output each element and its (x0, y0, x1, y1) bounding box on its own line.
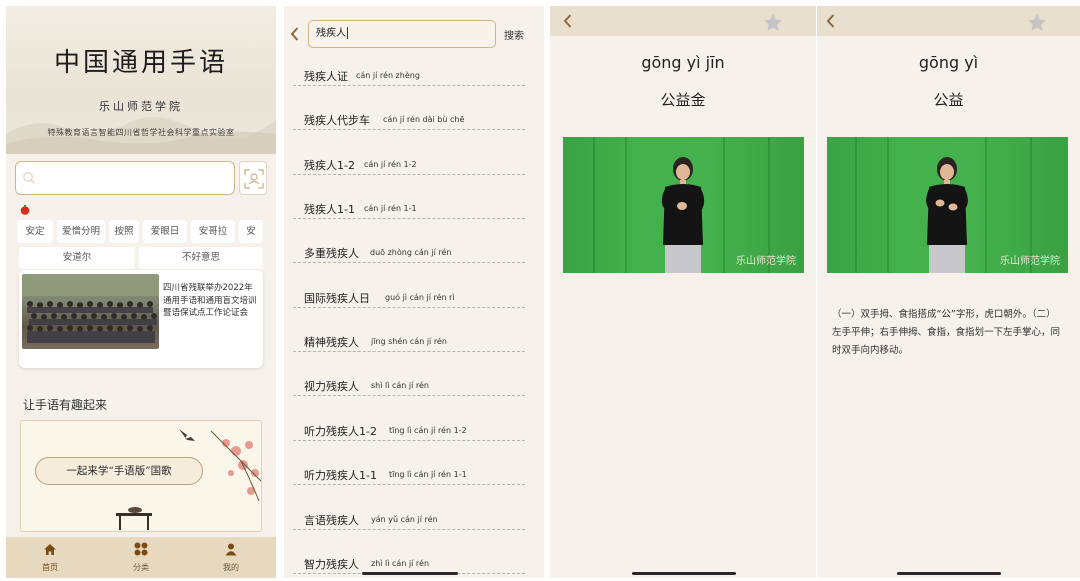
sign-video[interactable]: 乐山师范学院 (563, 137, 804, 273)
signer-figure (661, 157, 705, 273)
home-indicator (897, 572, 1001, 575)
sign-pinyin: gōng yì jīn (641, 53, 725, 72)
hot-word-chip[interactable]: 安 (239, 220, 263, 243)
back-icon[interactable] (290, 27, 299, 41)
hot-word-chip[interactable]: 安哥拉 (191, 220, 235, 243)
top-bar (550, 6, 816, 36)
search-screen: 残疾人 搜索 残疾人证 cán jí rén zhèng 残疾人代步车 cán jí… (284, 6, 544, 578)
tab-label: 我的 (223, 563, 239, 572)
scan-face-icon (244, 169, 264, 189)
home-icon (44, 544, 56, 555)
sign-video[interactable]: 乐山师范学院 (827, 137, 1068, 273)
app-title: 中国通用手语 (53, 48, 228, 78)
tab-home[interactable]: 首页 (20, 541, 80, 573)
home-indicator (632, 572, 736, 575)
bottom-tab-bar: 首页 分类 我的 (6, 537, 276, 578)
news-photo (22, 274, 159, 349)
hot-word-chip[interactable]: 爱眼日 (143, 220, 187, 243)
hot-word-chip[interactable]: 爱憎分明 (57, 220, 105, 243)
search-query: 残疾人 (316, 28, 346, 39)
search-input[interactable] (15, 161, 235, 195)
institution-name: 乐山师范学院 (99, 100, 183, 113)
sign-word: 公益 (933, 91, 964, 109)
news-card[interactable]: 四川省残联举办2022年通用手语和通用盲文培训暨语保试点工作论证会 (19, 270, 263, 368)
sign-detail-screen: gōng yì jīn 公益金 乐山师范学院 (550, 6, 816, 578)
category-icon (134, 542, 148, 556)
result-item[interactable]: 残疾人代步车 cán jí rén dài bù chē (293, 110, 525, 130)
user-icon (225, 543, 237, 556)
search-icon (23, 172, 35, 184)
result-item[interactable]: 多重残疾人 duō zhòng cán jí rén (293, 243, 525, 263)
result-item[interactable]: 言语残疾人 yán yǔ cán jí rén (293, 510, 525, 530)
scan-button[interactable] (239, 161, 267, 195)
hot-icon (20, 205, 30, 215)
hot-word-chip[interactable]: 不好意思 (139, 247, 263, 269)
back-icon[interactable] (826, 14, 835, 28)
news-title: 四川省残联举办2022年通用手语和通用盲文培训暨语保试点工作论证会 (163, 283, 257, 318)
sign-pinyin: gōng yì (918, 53, 979, 72)
tab-mine[interactable]: 我的 (201, 541, 261, 573)
home-screen: 中国通用手语 乐山师范学院 特殊教育语言智能四川省哲学社会科学重点实验室 安定 … (6, 6, 276, 578)
anthem-banner[interactable]: 一起来学“手语版”国歌 (20, 420, 262, 532)
tab-label: 分类 (133, 563, 149, 572)
home-indicator (362, 572, 458, 575)
video-watermark: 乐山师范学院 (736, 256, 796, 267)
video-watermark: 乐山师范学院 (1000, 256, 1060, 267)
result-item[interactable]: 听力残疾人1-1 tīng lì cán jí rén 1-1 (293, 465, 525, 485)
favorite-star-icon[interactable] (1027, 13, 1047, 32)
tab-label: 首页 (42, 563, 58, 572)
lab-name: 特殊教育语言智能四川省哲学社会科学重点实验室 (47, 128, 235, 137)
hot-word-chip[interactable]: 安定 (17, 220, 53, 243)
sign-word: 公益金 (660, 91, 706, 109)
section-title: 让手语有趣起来 (23, 398, 108, 412)
result-item[interactable]: 残疾人证 cán jí rén zhèng (293, 66, 525, 86)
result-item[interactable]: 智力残疾人 zhì lì cán jí rén (293, 554, 525, 574)
back-icon[interactable] (563, 14, 572, 28)
result-item[interactable]: 听力残疾人1-2 tīng lì cán jí rén 1-2 (293, 421, 525, 441)
result-item[interactable]: 残疾人1-2 cán jí rén 1-2 (293, 155, 525, 175)
result-item[interactable]: 精神残疾人 jīng shén cán jí rén (293, 332, 525, 352)
result-item[interactable]: 残疾人1-1 cán jí rén 1-1 (293, 199, 525, 219)
banner-title: 一起来学“手语版”国歌 (35, 457, 203, 485)
favorite-star-icon[interactable] (763, 13, 783, 32)
signer-figure (926, 157, 968, 273)
tab-category[interactable]: 分类 (111, 541, 171, 573)
hot-word-chip[interactable]: 按照 (109, 220, 139, 243)
sign-description: （一）双手拇、食指搭成“公”字形，虎口朝外。（二）左手平伸；右手伸拇、食指，食指… (832, 309, 1061, 356)
search-button[interactable]: 搜索 (504, 27, 524, 42)
top-bar (817, 6, 1080, 36)
result-item[interactable]: 国际残疾人日 guó jì cán jí rén rì (293, 288, 525, 308)
hero-banner: 中国通用手语 乐山师范学院 特殊教育语言智能四川省哲学社会科学重点实验室 (6, 6, 276, 154)
result-item[interactable]: 视力残疾人 shì lì cán jí rén (293, 376, 525, 396)
search-input[interactable]: 残疾人 (308, 20, 496, 48)
hot-word-chip[interactable]: 安道尔 (19, 247, 135, 269)
sign-detail-screen: gōng yì 公益 乐山师范学院 （一）双手拇、食指搭成“公”字形，虎口朝外。… (817, 6, 1080, 578)
